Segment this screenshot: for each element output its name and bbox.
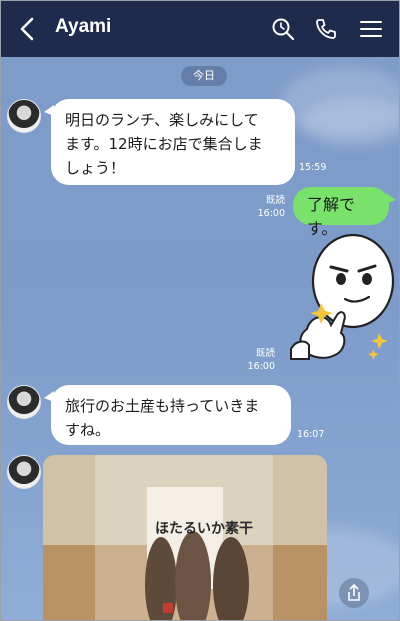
message-text-line: 旅行のお土産も持っていきま — [65, 397, 260, 415]
message-time: 15:59 — [299, 162, 327, 173]
app-frame: Ayami 今日 明日のランチ、楽しみにして ます。12時にお店で集合しま しょ… — [0, 0, 400, 621]
avatar[interactable] — [7, 99, 41, 133]
message-time: 16:00 — [257, 208, 285, 219]
message-text-line: 明日のランチ、楽しみにして — [65, 111, 259, 129]
message-text-line: しょう！ — [65, 159, 126, 177]
photo-message[interactable]: ほたるいか素干 — [43, 455, 327, 620]
message-bubble[interactable]: 旅行のお土産も持っていきま すね。 — [44, 385, 291, 445]
my-message-bubble[interactable]: 了解です。 — [293, 187, 396, 238]
share-icon — [348, 583, 360, 601]
phone-icon[interactable] — [314, 17, 338, 41]
read-receipt: 既読 — [265, 195, 285, 206]
hamburger-menu-icon[interactable] — [359, 17, 383, 41]
smug-face-sticker[interactable] — [287, 233, 395, 363]
bg-cloud — [301, 97, 399, 147]
message-text-line: すね。 — [65, 421, 111, 439]
photo-label-text: ほたるいか素干 — [155, 520, 253, 537]
chat-area[interactable]: 今日 明日のランチ、楽しみにして ます。12時にお店で集合しま しょう！ 15:… — [1, 57, 399, 620]
share-button[interactable] — [339, 578, 369, 608]
search-icon[interactable] — [271, 17, 295, 41]
message-bubble[interactable]: 明日のランチ、楽しみにして ます。12時にお店で集合しま しょう！ — [44, 99, 295, 185]
message-time: 16:00 — [247, 361, 275, 372]
photo-image: ほたるいか素干 — [43, 455, 327, 620]
message-text-line: ます。12時にお店で集合しま — [65, 135, 263, 153]
chat-header: Ayami — [1, 1, 399, 57]
date-divider: 今日 — [181, 66, 227, 86]
chevron-left-icon[interactable] — [17, 17, 39, 41]
avatar[interactable] — [7, 455, 41, 489]
avatar[interactable] — [7, 385, 41, 419]
message-time: 16:07 — [297, 429, 325, 440]
read-receipt: 既読 — [255, 348, 275, 359]
chat-title[interactable]: Ayami — [55, 16, 111, 38]
